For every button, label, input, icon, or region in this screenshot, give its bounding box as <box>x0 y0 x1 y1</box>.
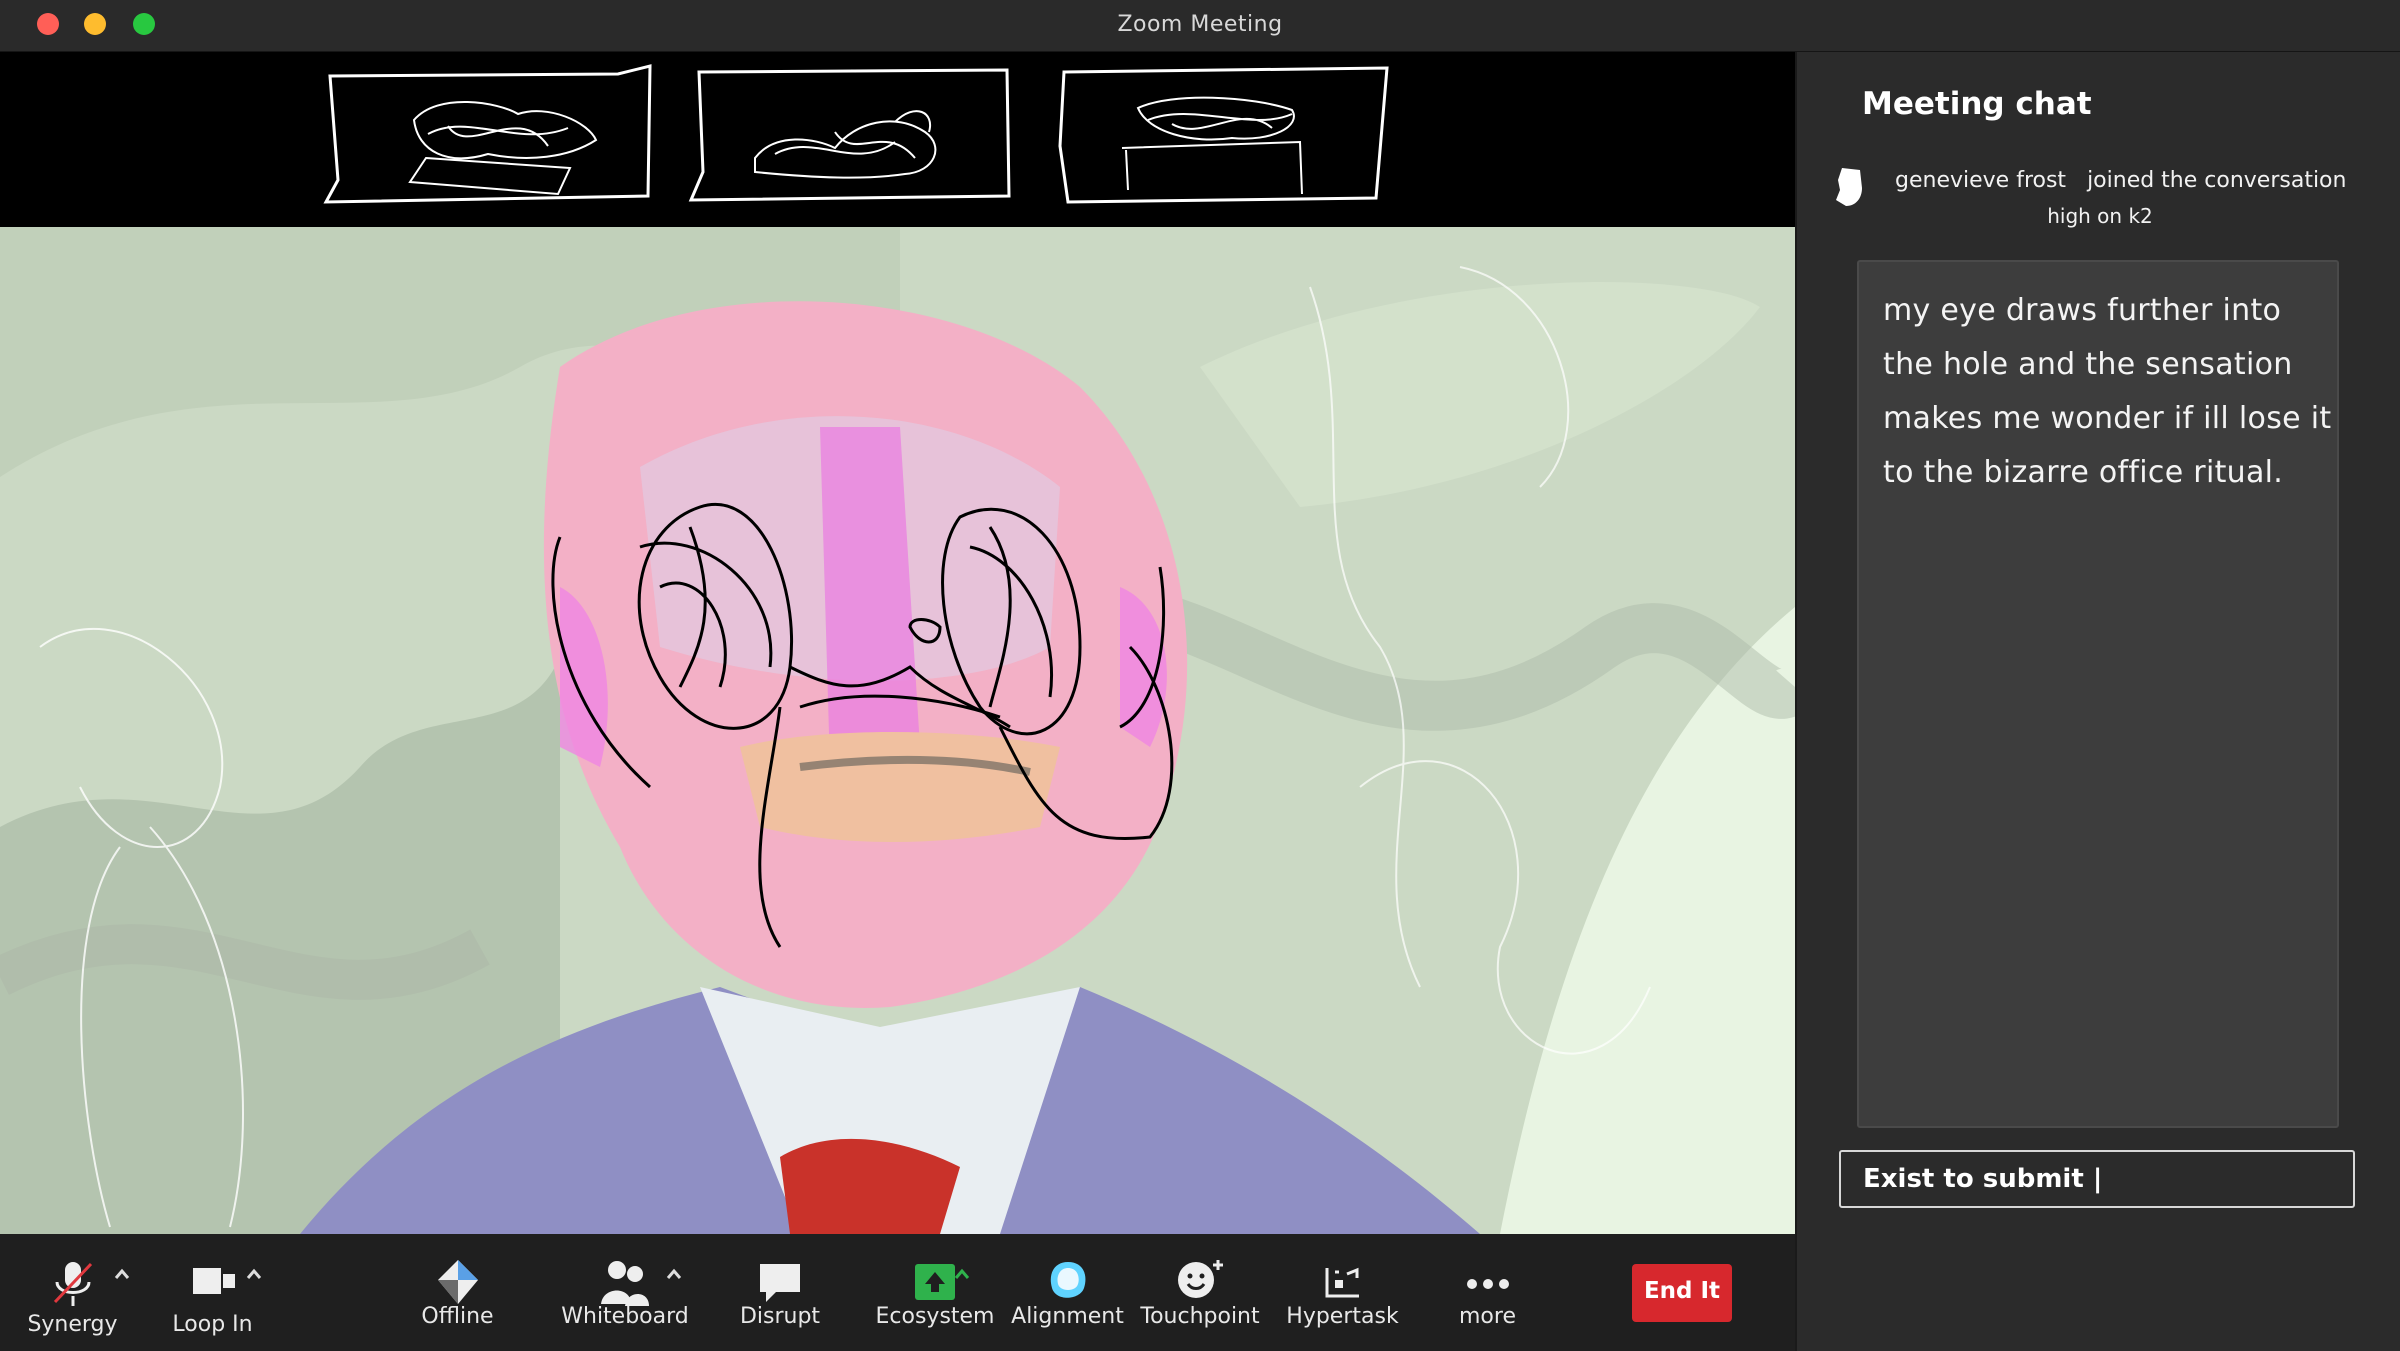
whiteboard-label: Whiteboard <box>561 1304 689 1329</box>
meeting-toolbar: Synergy Loop In Offline Whiteboard Disru… <box>0 1234 1795 1351</box>
more-button[interactable]: more <box>1440 1234 1535 1351</box>
chevron-up-icon[interactable] <box>952 1264 972 1284</box>
participant-thumbnail[interactable] <box>1052 62 1392 208</box>
system-detail: high on k2 <box>2047 204 2153 228</box>
synergy-label: Synergy <box>27 1312 118 1337</box>
disrupt-button[interactable]: Disrupt <box>730 1234 830 1351</box>
muted-mic-icon <box>53 1262 92 1306</box>
chevron-up-icon[interactable] <box>244 1264 264 1284</box>
ecosystem-button[interactable]: Ecosystem <box>875 1234 995 1351</box>
whiteboard-button[interactable]: Whiteboard <box>560 1234 690 1351</box>
hand-icon <box>1836 168 1862 206</box>
alignment-label: Alignment <box>1011 1304 1124 1329</box>
main-video[interactable] <box>0 227 1795 1234</box>
window-title: Zoom Meeting <box>1117 12 1283 37</box>
participant-thumbnail[interactable] <box>318 62 658 208</box>
disrupt-label: Disrupt <box>739 1304 821 1329</box>
chat-messages-box[interactable]: my eye draws further into the hole and t… <box>1857 260 2339 1128</box>
title-bar: Zoom Meeting <box>0 0 2400 52</box>
chat-input[interactable]: Exist to submit | <box>1839 1150 2355 1208</box>
offline-button[interactable]: Offline <box>405 1234 510 1351</box>
chat-panel: Meeting chat genevieve frost joined the … <box>1795 52 2400 1351</box>
end-meeting-button[interactable]: End It <box>1632 1264 1732 1322</box>
loop-in-label: Loop In <box>172 1312 253 1337</box>
participant-thumbnail[interactable] <box>685 62 1025 208</box>
touchpoint-label: Touchpoint <box>1140 1304 1260 1329</box>
loop-in-button[interactable]: Loop In <box>160 1234 265 1351</box>
speaker-video-image <box>0 227 1795 1234</box>
system-action-text: joined the conversation <box>2087 168 2347 193</box>
end-meeting-label: End It <box>1643 1278 1721 1304</box>
chat-input-value: Exist to submit | <box>1863 1164 2103 1194</box>
system-participant-name: genevieve frost <box>1895 168 2067 193</box>
touchpoint-button[interactable]: Touchpoint <box>1140 1234 1260 1351</box>
chevron-up-icon[interactable] <box>112 1264 132 1284</box>
synergy-button[interactable]: Synergy <box>20 1234 125 1351</box>
system-message: genevieve frost joined the conversation <box>1895 168 2346 193</box>
offline-label: Offline <box>421 1304 494 1329</box>
thumbnail-strip <box>0 52 1795 227</box>
hypertask-button[interactable]: Hypertask <box>1280 1234 1405 1351</box>
more-label: more <box>1459 1304 1516 1329</box>
chat-message-text: my eye draws further into the hole and t… <box>1883 293 2332 490</box>
chevron-up-icon[interactable] <box>664 1264 684 1284</box>
hypertask-label: Hypertask <box>1286 1304 1399 1329</box>
video-stage <box>0 52 1795 1234</box>
video-camera-icon <box>192 1268 235 1294</box>
ecosystem-label: Ecosystem <box>875 1304 995 1329</box>
alignment-button[interactable]: Alignment <box>1010 1234 1125 1351</box>
chat-title: Meeting chat <box>1862 86 2092 122</box>
